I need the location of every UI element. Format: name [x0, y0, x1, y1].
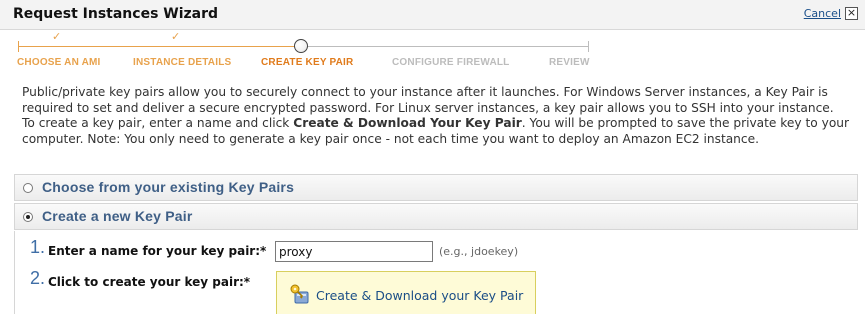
create-download-key-pair-link[interactable]: Create & Download your Key Pair — [316, 288, 523, 303]
key-pair-icon — [290, 284, 309, 304]
current-step-marker-icon — [294, 39, 308, 53]
option-existing-key-pairs[interactable]: Choose from your existing Key Pairs — [14, 174, 858, 201]
step-configure-firewall: CONFIGURE FIREWALL — [392, 57, 510, 68]
step-instance-details: INSTANCE DETAILS — [133, 57, 232, 68]
key-pair-description: Public/private key pairs allow you to se… — [22, 85, 852, 147]
key-pair-name-input[interactable] — [275, 241, 433, 262]
description-paragraph-2: To create a key pair, enter a name and c… — [22, 116, 850, 146]
step-number-1: 1. — [30, 237, 46, 257]
new-key-pair-label[interactable]: Create a new Key Pair — [42, 208, 193, 224]
cancel-link[interactable]: Cancel — [804, 7, 841, 20]
create-download-key-pair-button[interactable]: Create & Download your Key Pair — [276, 271, 536, 314]
step-2-check-icon: ✓ — [171, 30, 181, 43]
description-emphasis: Create & Download Your Key Pair — [293, 116, 522, 130]
wizard-progress-stepper: ✓ ✓ CHOOSE AN AMI INSTANCE DETAILS CREAT… — [0, 30, 865, 75]
step-review: REVIEW — [549, 57, 590, 68]
stepper-remaining-line — [306, 46, 589, 47]
new-key-pair-form: 1. Enter a name for your key pair:* (e.g… — [14, 231, 858, 314]
new-key-pair-radio[interactable] — [23, 212, 33, 222]
step-create-key-pair: CREATE KEY PAIR — [261, 57, 354, 68]
stepper-end-tick — [588, 41, 589, 52]
cancel-controls: Cancel × — [804, 7, 858, 20]
existing-key-pairs-label[interactable]: Choose from your existing Key Pairs — [42, 179, 294, 195]
key-pair-name-label: Enter a name for your key pair:* — [48, 244, 267, 258]
close-icon[interactable]: × — [845, 7, 858, 20]
wizard-title: Request Instances Wizard — [13, 6, 219, 22]
step-number-2: 2. — [30, 268, 46, 288]
wizard-titlebar: Request Instances Wizard Cancel × — [0, 0, 865, 30]
stepper-completed-line — [18, 46, 298, 47]
option-new-key-pair[interactable]: Create a new Key Pair — [14, 203, 858, 230]
description-paragraph-1: Public/private key pairs allow you to se… — [22, 85, 834, 115]
existing-key-pairs-radio[interactable] — [23, 183, 33, 193]
step-1-check-icon: ✓ — [52, 30, 62, 43]
step-choose-ami: CHOOSE AN AMI — [17, 57, 101, 68]
key-pair-name-hint: (e.g., jdoekey) — [439, 245, 519, 258]
create-key-pair-label: Click to create your key pair:* — [48, 275, 251, 289]
